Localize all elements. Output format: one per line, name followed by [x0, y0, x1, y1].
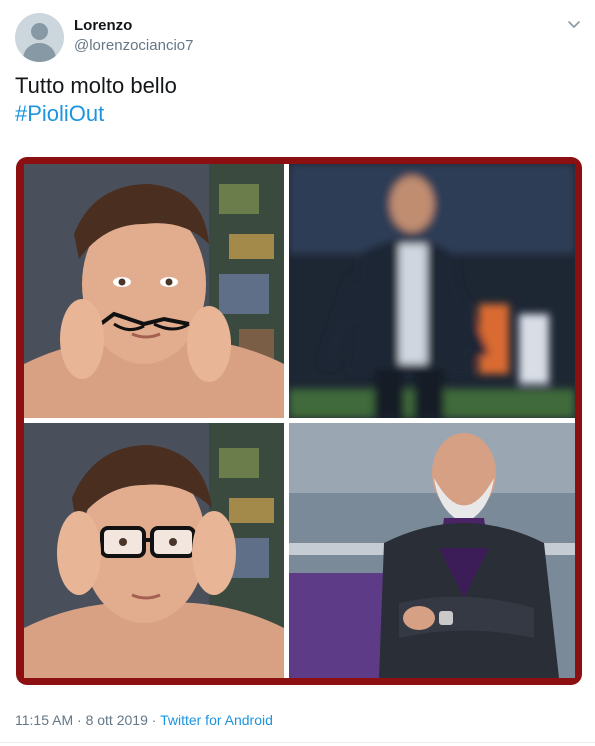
meme-panel-holding-glasses	[24, 164, 284, 418]
tweet-media[interactable]	[16, 157, 582, 685]
meme-panel-clear-coach	[289, 423, 575, 678]
user-handle[interactable]: @lorenzociancio7	[74, 37, 193, 54]
footer-separator: ·	[151, 712, 157, 728]
meme-panel-wearing-glasses	[24, 423, 284, 678]
chevron-down-icon[interactable]	[564, 14, 584, 34]
meme-panel-blurry-coach	[289, 164, 575, 418]
tweet-time[interactable]: 11:15 AM	[15, 712, 73, 728]
meme-image-1	[24, 164, 284, 418]
avatar-head-shape	[31, 23, 48, 40]
tweet-body: Tutto molto bello	[15, 73, 177, 98]
avatar[interactable]	[15, 13, 64, 62]
tweet-header: Lorenzo @lorenzociancio7	[0, 0, 595, 70]
hashtag-link[interactable]: #PioliOut	[15, 100, 177, 128]
footer-separator: ·	[77, 712, 82, 728]
tweet-text: Tutto molto bello #PioliOut	[15, 72, 177, 128]
divider	[0, 742, 595, 743]
tweet-date[interactable]: 8 ott 2019	[86, 712, 148, 728]
tweet-footer: 11:15 AM · 8 ott 2019 · Twitter for Andr…	[15, 712, 273, 728]
avatar-body-shape	[23, 43, 56, 62]
meme-image-3	[24, 423, 284, 678]
user-name[interactable]: Lorenzo	[74, 17, 132, 34]
meme-image-4	[289, 423, 575, 678]
meme-grid	[24, 164, 575, 678]
meme-image-2	[289, 164, 575, 418]
tweet-source-link[interactable]: Twitter for Android	[160, 712, 273, 728]
